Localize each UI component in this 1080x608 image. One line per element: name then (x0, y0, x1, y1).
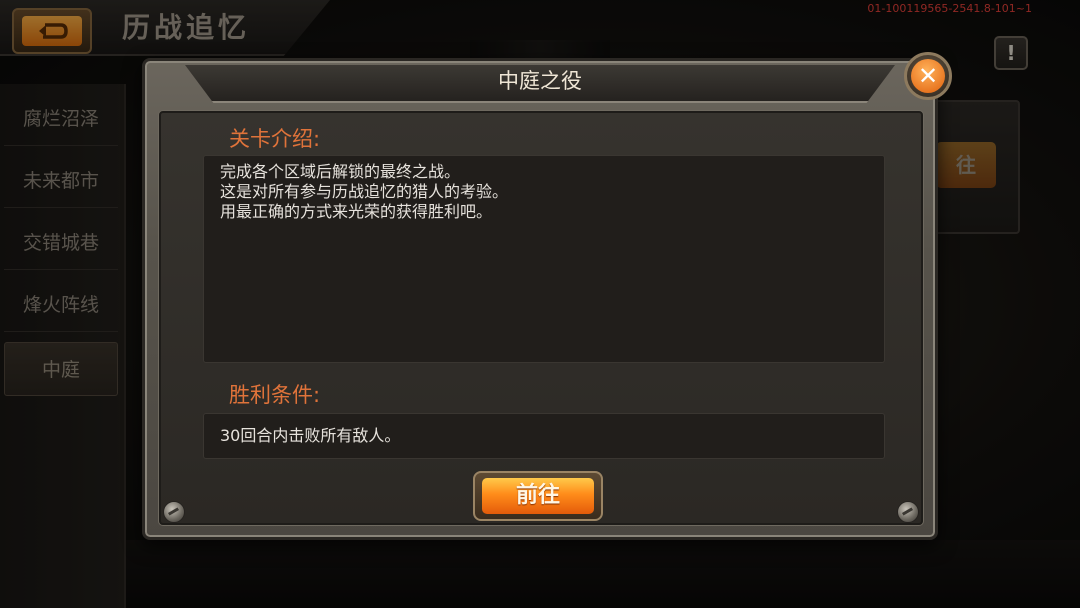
rivet-icon (897, 501, 919, 523)
intro-line: 完成各个区域后解锁的最终之战。 (220, 162, 461, 181)
victory-condition-text: 30回合内击败所有敌人。 (220, 426, 401, 445)
dialog-title: 中庭之役 (498, 69, 582, 93)
go-button[interactable]: 前往 (473, 471, 603, 521)
close-x-icon: ✕ (911, 59, 945, 93)
intro-label: 关卡介绍: (229, 127, 321, 151)
rivet-icon (163, 501, 185, 523)
victory-label: 胜利条件: (229, 383, 321, 407)
close-button[interactable]: ✕ (904, 52, 952, 100)
dialog-body: 关卡介绍: 完成各个区域后解锁的最终之战。 这是对所有参与历战追忆的猎人的考验。… (159, 111, 923, 525)
stage-info-dialog: 中庭之役 关卡介绍: 完成各个区域后解锁的最终之战。 这是对所有参与历战追忆的猎… (142, 58, 938, 540)
go-button-label: 前往 (482, 478, 594, 514)
intro-line: 用最正确的方式来光荣的获得胜利吧。 (220, 202, 493, 221)
intro-text-panel: 完成各个区域后解锁的最终之战。 这是对所有参与历战追忆的猎人的考验。 用最正确的… (203, 155, 885, 363)
victory-text-panel: 30回合内击败所有敌人。 (203, 413, 885, 459)
intro-line: 这是对所有参与历战追忆的猎人的考验。 (220, 182, 509, 201)
